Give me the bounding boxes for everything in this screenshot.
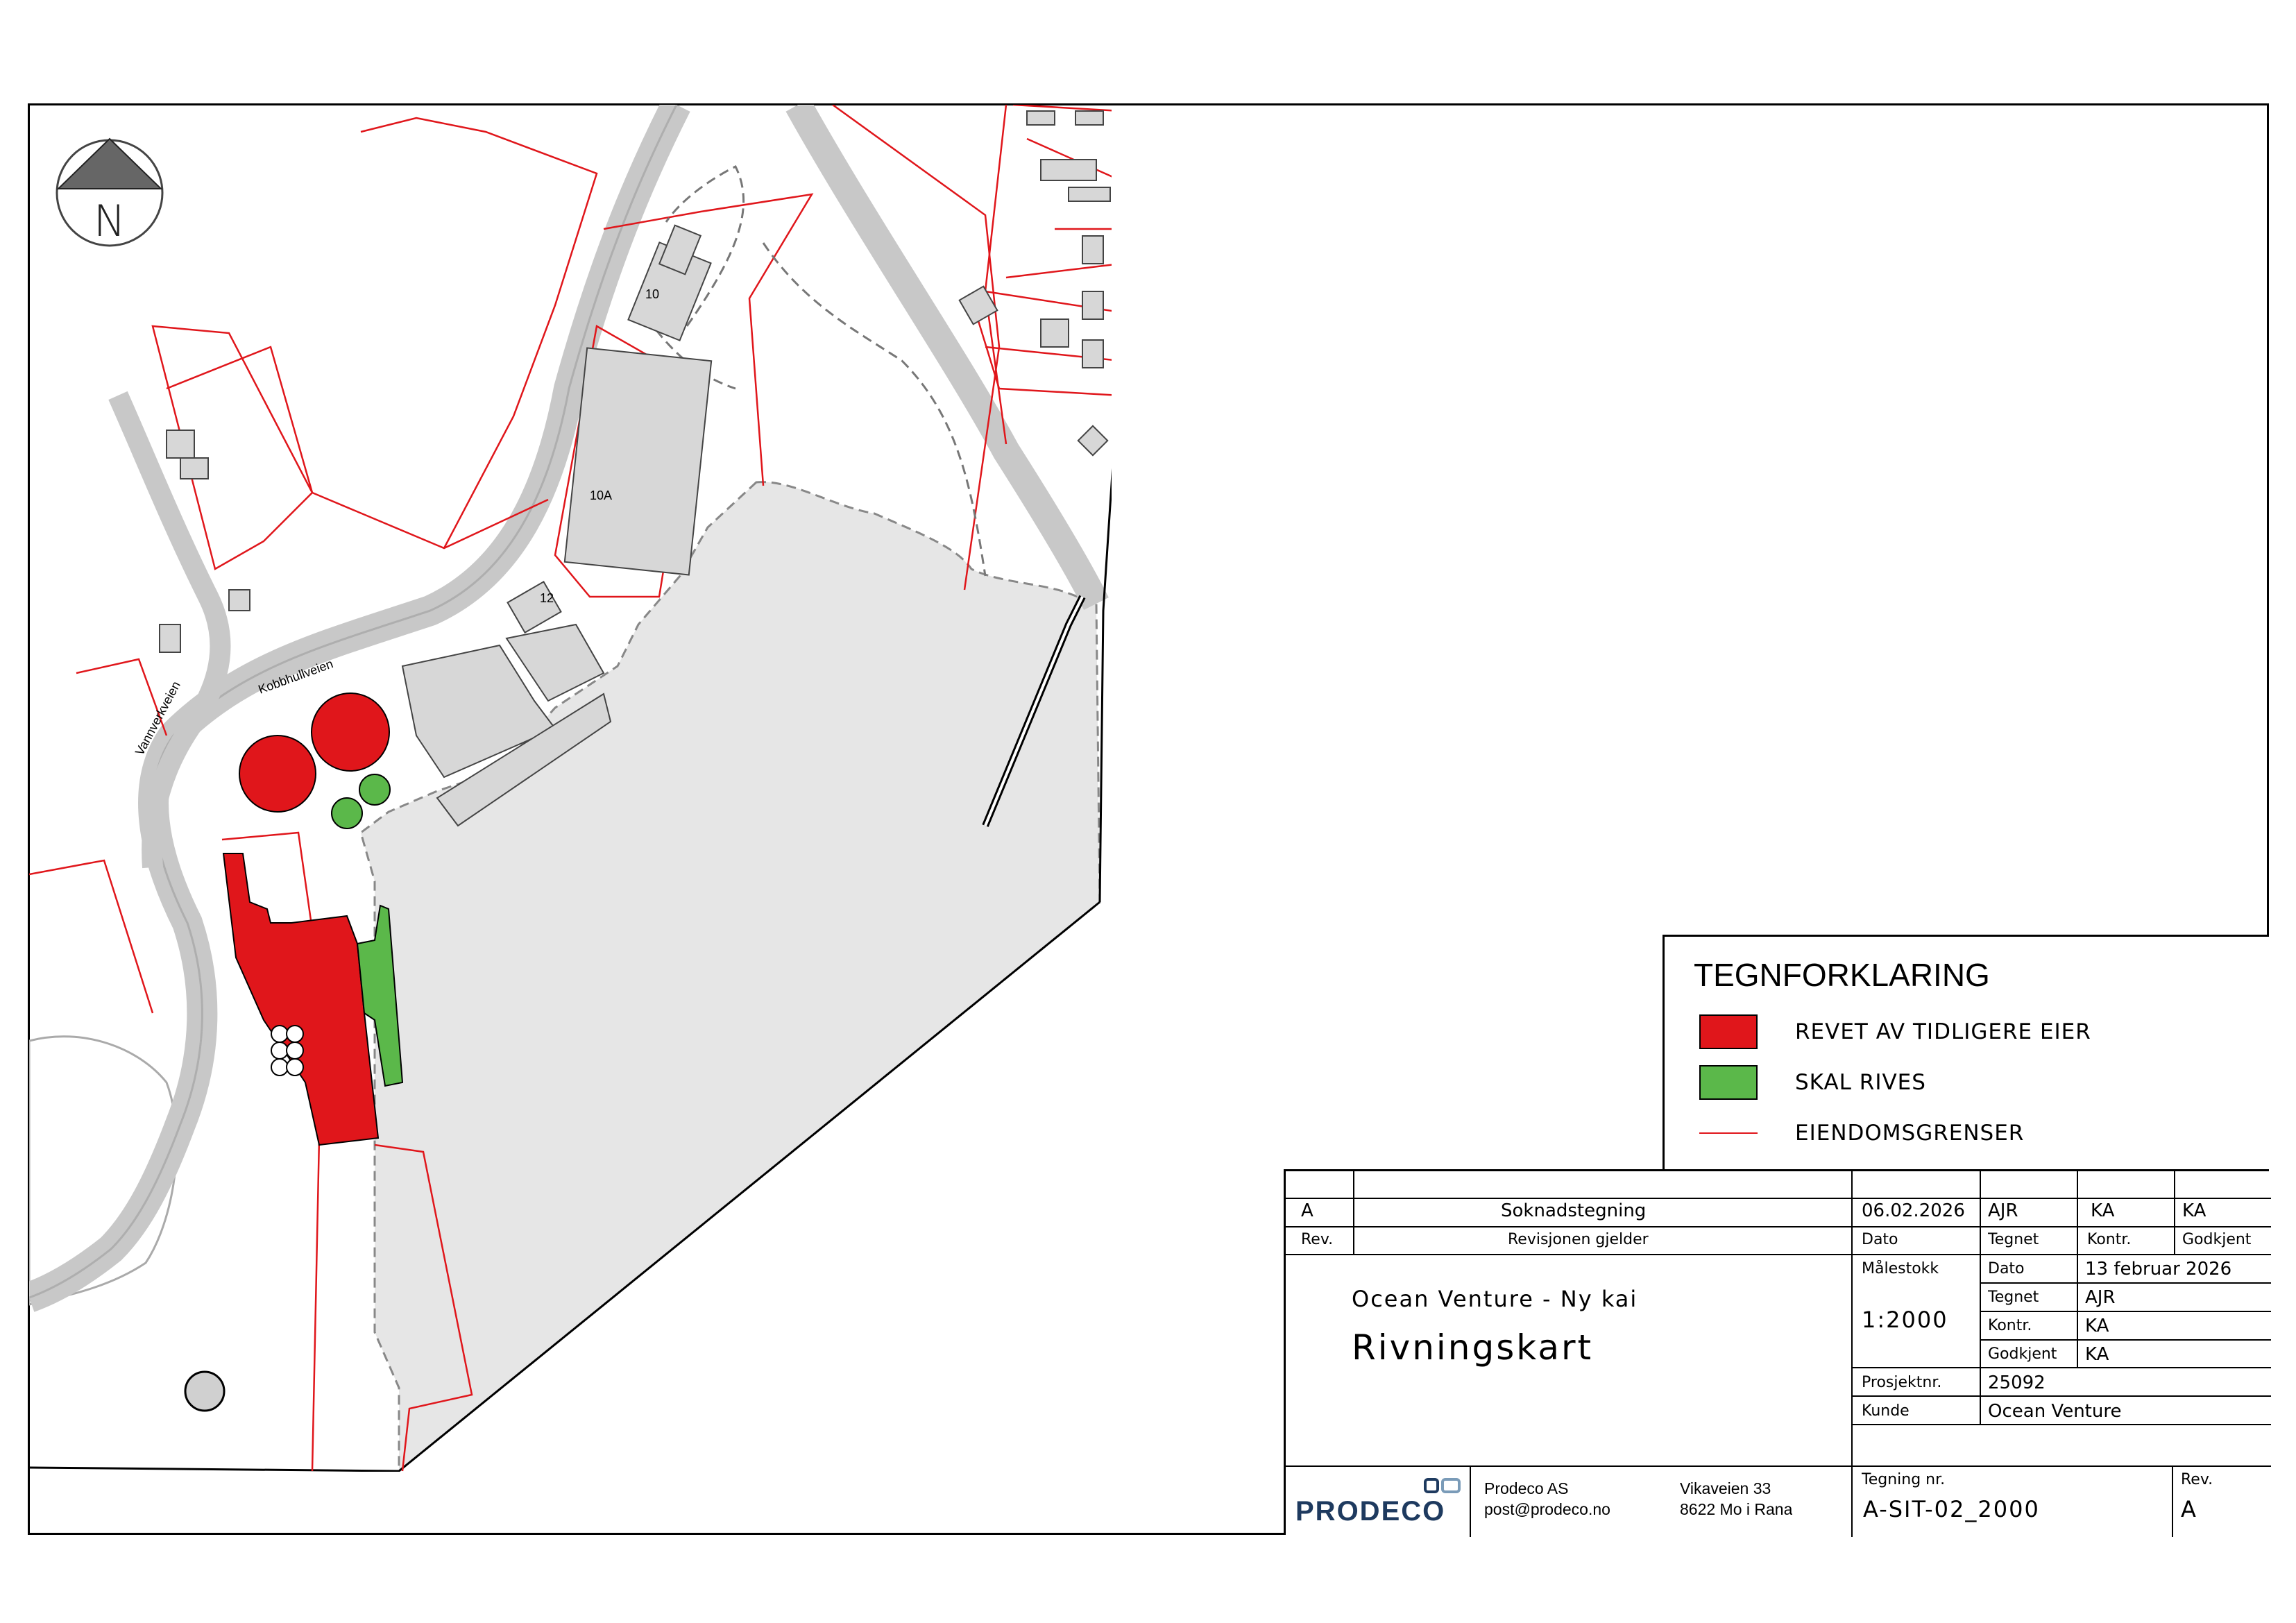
company-street: Vikaveien 33 (1680, 1479, 1771, 1497)
checked-label: Kontr. (1988, 1317, 2032, 1334)
legend-item-removed: REVET AV TIDLIGERE EIER (1699, 1014, 2091, 1049)
legend-swatch-red (1699, 1014, 1758, 1049)
header-date: Dato (1862, 1231, 1898, 1248)
scale-label: Målestokk (1862, 1260, 1939, 1277)
drawing-no-value: A-SIT-02_2000 (1863, 1496, 2040, 1522)
company-city: 8622 Mo i Rana (1680, 1500, 1793, 1518)
building-label-10a: 10A (590, 488, 612, 502)
approved-value: KA (2085, 1344, 2109, 1365)
logo-icon-2 (1441, 1478, 1461, 1493)
revision-date: 06.02.2026 (1862, 1200, 1965, 1221)
legend-label-demolish: SKAL RIVES (1795, 1070, 1926, 1095)
header-drawn: Tegnet (1988, 1231, 2039, 1248)
company-email[interactable]: post@prodeco.no (1484, 1500, 1610, 1519)
legend-item-boundary: EIENDOMSGRENSER (1699, 1116, 2023, 1150)
north-label: N (94, 196, 126, 246)
revision-rev: A (1301, 1200, 1313, 1221)
sea-area (359, 481, 1101, 1472)
header-rev: Rev. (1301, 1231, 1334, 1248)
project-no-label: Prosjektnr. (1862, 1374, 1942, 1391)
logo-text: PRODECO (1295, 1496, 1446, 1527)
revision-description: Soknadstegning (1501, 1200, 1647, 1221)
company-name: Prodeco AS (1484, 1479, 1569, 1497)
legend-title: TEGNFORKLARING (1694, 957, 1990, 993)
drawing-rev-label: Rev. (2181, 1471, 2213, 1488)
project-subtitle: Ocean Venture - Ny kai (1352, 1286, 1638, 1312)
drawing-rev-value: A (2181, 1496, 2197, 1522)
approved-label: Godkjent (1988, 1345, 2057, 1363)
checked-value: KA (2085, 1316, 2109, 1336)
drawing-no-label: Tegning nr. (1862, 1471, 1946, 1488)
client-label: Kunde (1862, 1402, 1910, 1420)
building-label-12: 12 (540, 591, 554, 605)
project-title: Rivningskart (1352, 1327, 1594, 1368)
removed-by-previous-owner (222, 692, 390, 1146)
date-label: Dato (1988, 1260, 2025, 1277)
company-logo: PRODECO (1295, 1472, 1462, 1531)
revision-approved: KA (2182, 1200, 2206, 1221)
legend-swatch-green (1699, 1065, 1758, 1100)
scale-value: 1:2000 (1862, 1307, 1948, 1333)
drawn-label: Tegnet (1988, 1289, 2039, 1306)
header-checked: Kontr. (2087, 1231, 2132, 1248)
legend-label-removed: REVET AV TIDLIGERE EIER (1795, 1019, 2091, 1044)
north-arrow: N (56, 137, 164, 247)
logo-icon (1424, 1478, 1439, 1493)
project-no-value: 25092 (1988, 1373, 2046, 1393)
legend-line-boundary (1699, 1132, 1758, 1134)
header-description: Revisjonen gjelder (1508, 1231, 1649, 1248)
revision-drawn: AJR (1988, 1200, 2018, 1221)
legend: TEGNFORKLARING REVET AV TIDLIGERE EIER S… (1663, 935, 2269, 1169)
legend-label-boundary: EIENDOMSGRENSER (1795, 1121, 2025, 1146)
date-value: 13 februar 2026 (2085, 1259, 2232, 1280)
legend-item-demolish: SKAL RIVES (1699, 1065, 1925, 1100)
building-label-10: 10 (645, 287, 659, 301)
building-10a (563, 347, 713, 576)
client-value: Ocean Venture (1988, 1401, 2122, 1422)
tank-grey (184, 1370, 226, 1412)
revision-checked: KA (2091, 1200, 2115, 1221)
title-block: A Soknadstegning 06.02.2026 AJR KA KA Re… (1284, 1169, 2271, 1537)
header-approved: Godkjent (2182, 1231, 2252, 1248)
drawn-value: AJR (2085, 1287, 2116, 1308)
